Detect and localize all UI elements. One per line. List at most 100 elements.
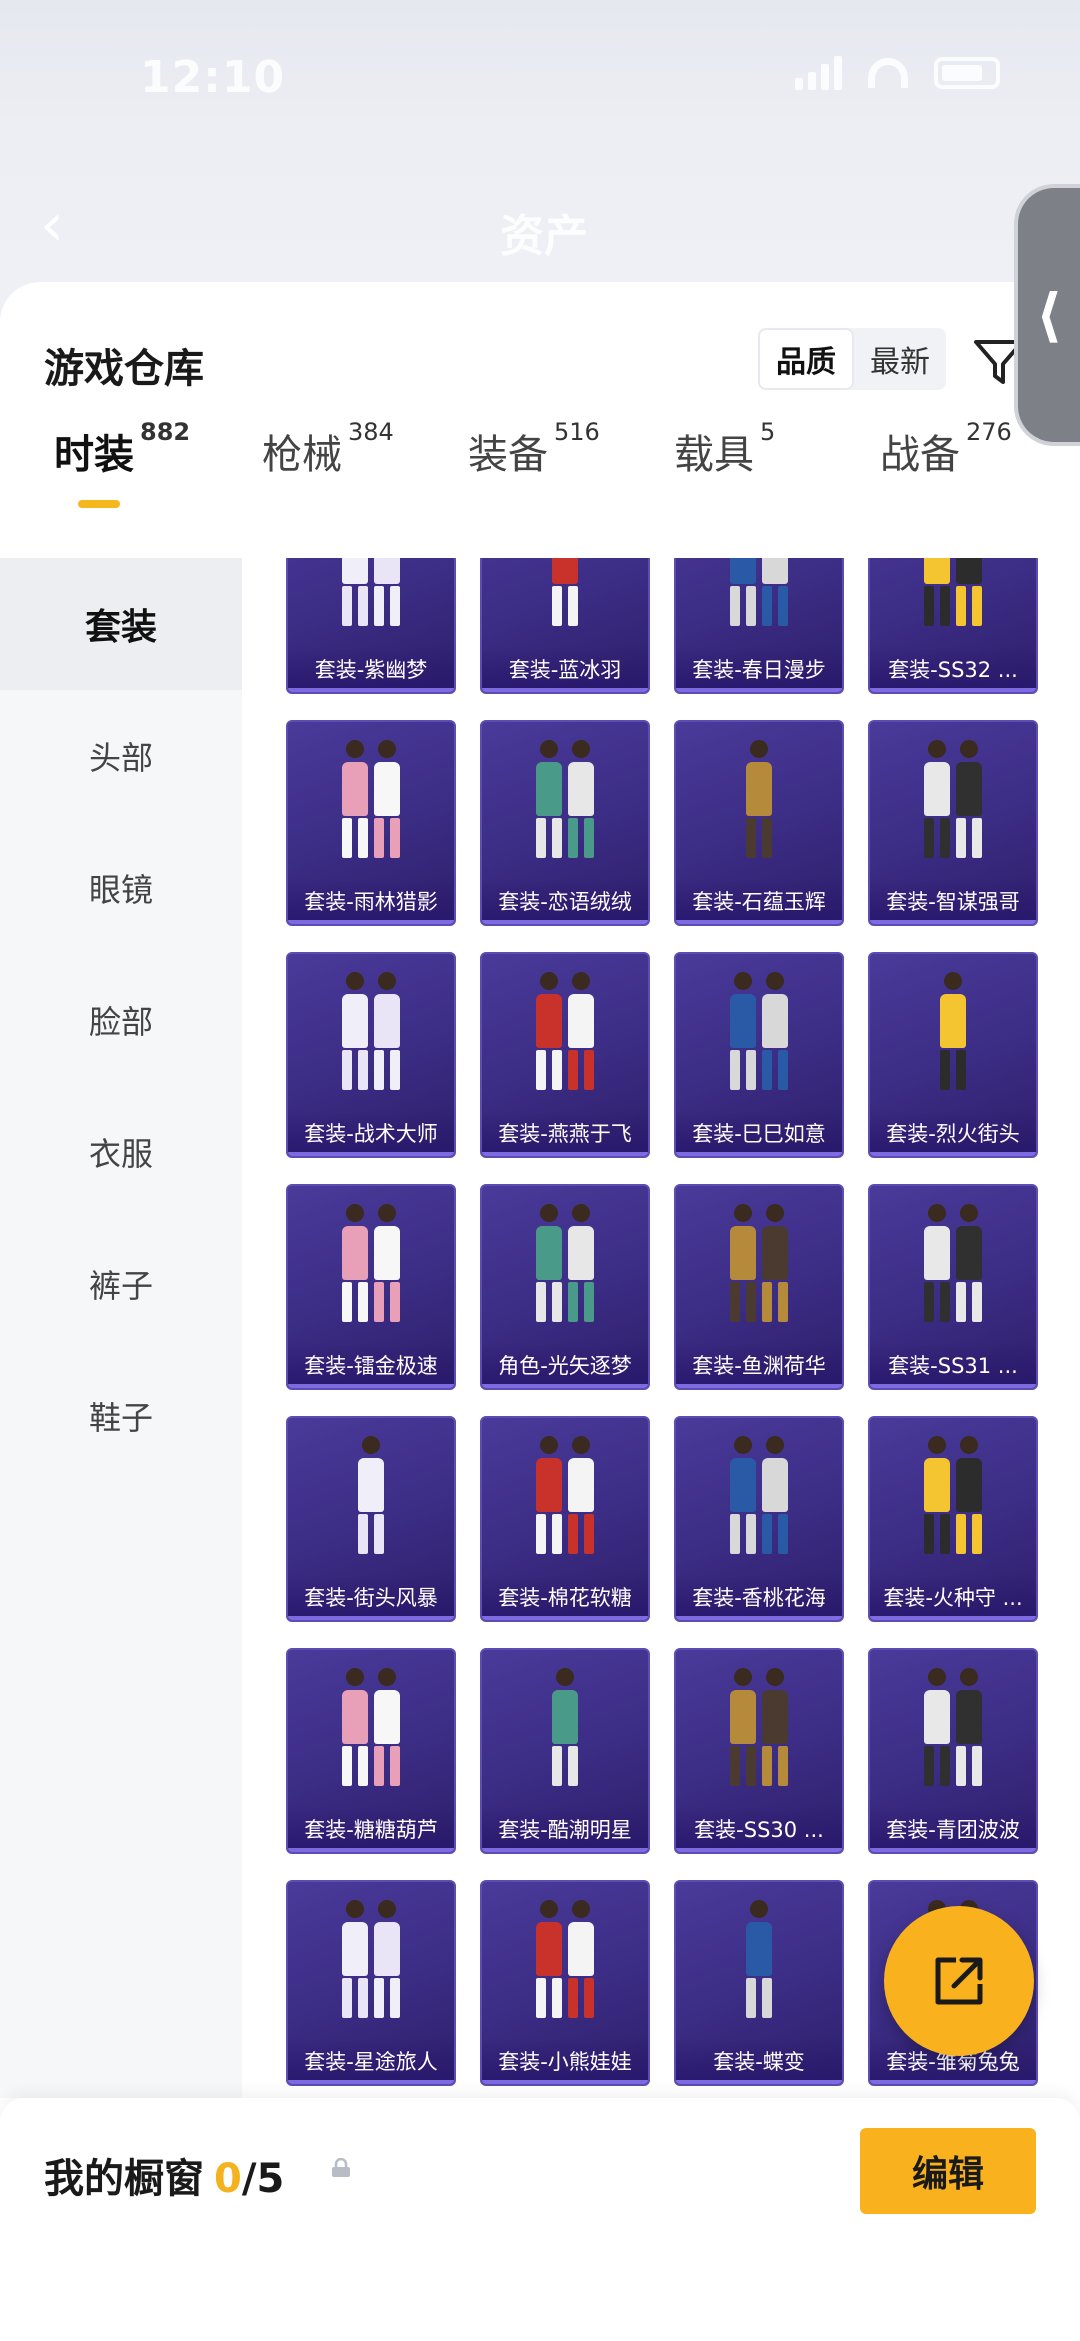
item-card[interactable]: 套装-小熊娃娃 [480,1880,650,2086]
sort-quality[interactable]: 品质 [758,328,854,390]
item-label: 套装-星途旅人 [288,2038,454,2084]
signal-icon [795,56,842,90]
outfit-image [288,740,454,870]
item-card[interactable]: 套装-恋语绒绒 [480,720,650,926]
side-handle[interactable]: ⟨ [1014,184,1080,446]
status-icons [795,56,1000,90]
item-card[interactable]: 套装-烈火街头 [868,952,1038,1158]
tab-gear[interactable]: 装备 516 [468,418,600,480]
tab-vehicles[interactable]: 载具 5 [674,418,775,480]
nav-bar: ‹ 资产 [0,130,1080,290]
sheet-title: 游戏仓库 [44,346,204,392]
item-card[interactable]: 角色-光矢逐梦 [480,1184,650,1390]
showcase-total: /5 [241,2156,285,2202]
item-label: 套装-镭金极速 [288,1342,454,1388]
tab-label: 载具 [674,432,754,478]
item-card[interactable]: 套装-石蕴玉辉 [674,720,844,926]
item-card[interactable]: 套装-SS31 ... [868,1184,1038,1390]
item-card[interactable]: 套装-燕燕于飞 [480,952,650,1158]
tab-label: 装备 [468,432,548,478]
sidebar-item-glasses[interactable]: 眼镜 [0,822,242,954]
showcase-title: 我的橱窗 [44,2156,204,2202]
tab-fashion[interactable]: 时装 882 [54,418,190,480]
outfit-image [482,1436,648,1566]
sidebar-item-suit[interactable]: 套装 [0,558,242,690]
item-card[interactable]: 套装-糖糖葫芦 [286,1648,456,1854]
category-tabs: 时装 882 枪械 384 装备 516 载具 5 战备 276 [0,418,1080,518]
outfit-image [870,740,1036,870]
item-card[interactable]: 套装-街头风暴 [286,1416,456,1622]
share-icon [935,1957,983,2005]
share-button[interactable] [884,1906,1034,2056]
item-card[interactable]: 套装-青团波波 [868,1648,1038,1854]
tab-label: 战备 [880,432,960,478]
item-label: 套装-街头风暴 [288,1574,454,1620]
item-card[interactable]: 套装-蝶变 [674,1880,844,2086]
item-label: 套装-棉花软糖 [482,1574,648,1620]
item-card[interactable]: 套装-巳巳如意 [674,952,844,1158]
showcase-title-row: 我的橱窗 0/5 [44,2146,284,2204]
item-label: 套装-紫幽梦 [288,646,454,692]
sidebar-item-face[interactable]: 脸部 [0,954,242,1086]
item-card[interactable]: 套装-棉花软糖 [480,1416,650,1622]
item-card[interactable]: 套装-香桃花海 [674,1416,844,1622]
tab-count: 516 [554,418,600,446]
item-label: 角色-光矢逐梦 [482,1342,648,1388]
outfit-image [676,1436,842,1566]
tab-guns[interactable]: 枪械 384 [262,418,394,480]
tab-count: 276 [966,418,1012,446]
tab-label: 枪械 [262,432,342,478]
item-label: 套装-香桃花海 [676,1574,842,1620]
item-grid: 套装-紫幽梦 套装-蓝冰羽 套装-春日漫步 套装-SS32 ... 套装-雨林猎影 套装-… [286,558,1046,2098]
active-tab-indicator [78,500,120,508]
item-card[interactable]: 套装-紫幽梦 [286,558,456,694]
sidebar-item-pants[interactable]: 裤子 [0,1218,242,1350]
showcase-count: 0 [214,2156,242,2202]
sidebar-item-head[interactable]: 头部 [0,690,242,822]
item-card[interactable]: 套装-蓝冰羽 [480,558,650,694]
item-label: 套装-酷潮明星 [482,1806,648,1852]
item-card[interactable]: 套装-SS30 ... [674,1648,844,1854]
item-card[interactable]: 套装-酷潮明星 [480,1648,650,1854]
item-card[interactable]: 套装-镭金极速 [286,1184,456,1390]
outfit-image [482,1668,648,1798]
item-label: 套装-SS31 ... [870,1342,1036,1388]
item-label: 套装-火种守 ... [870,1574,1036,1620]
item-label: 套装-雨林猎影 [288,878,454,924]
tab-supplies[interactable]: 战备 276 [880,418,1012,480]
item-label: 套装-SS30 ... [676,1806,842,1852]
outfit-image [676,1900,842,2030]
edit-button[interactable]: 编辑 [860,2128,1036,2214]
chevron-left-icon: ⟨ [1035,281,1063,349]
item-card[interactable]: 套装-春日漫步 [674,558,844,694]
outfit-image [288,1668,454,1798]
sidebar-item-clothes[interactable]: 衣服 [0,1086,242,1218]
tab-count: 384 [348,418,394,446]
outfit-image [288,558,454,638]
back-button[interactable]: ‹ [40,190,64,260]
item-label: 套装-蝶变 [676,2038,842,2084]
outfit-image [870,1204,1036,1334]
item-label: 套装-烈火街头 [870,1110,1036,1156]
sidebar-item-shoes[interactable]: 鞋子 [0,1350,242,1482]
item-card[interactable]: 套装-雨林猎影 [286,720,456,926]
sort-newest[interactable]: 最新 [854,328,946,390]
status-bar: 12:10 [0,0,1080,130]
item-card[interactable]: 套装-智谋强哥 [868,720,1038,926]
outfit-image [288,972,454,1102]
tab-count: 5 [760,418,776,446]
item-card[interactable]: 套装-星途旅人 [286,1880,456,2086]
outfit-image [482,972,648,1102]
item-card[interactable]: 套装-战术大师 [286,952,456,1158]
item-label: 套装-战术大师 [288,1110,454,1156]
status-time: 12:10 [140,52,286,103]
outfit-image [482,1900,648,2030]
item-label: 套装-SS32 ... [870,646,1036,692]
item-card[interactable]: 套装-火种守 ... [868,1416,1038,1622]
item-label: 套装-青团波波 [870,1806,1036,1852]
wifi-icon [868,58,908,88]
item-label: 套装-智谋强哥 [870,878,1036,924]
item-card[interactable]: 套装-SS32 ... [868,558,1038,694]
item-card[interactable]: 套装-鱼渊荷华 [674,1184,844,1390]
nav-title: 资产 [500,211,588,262]
